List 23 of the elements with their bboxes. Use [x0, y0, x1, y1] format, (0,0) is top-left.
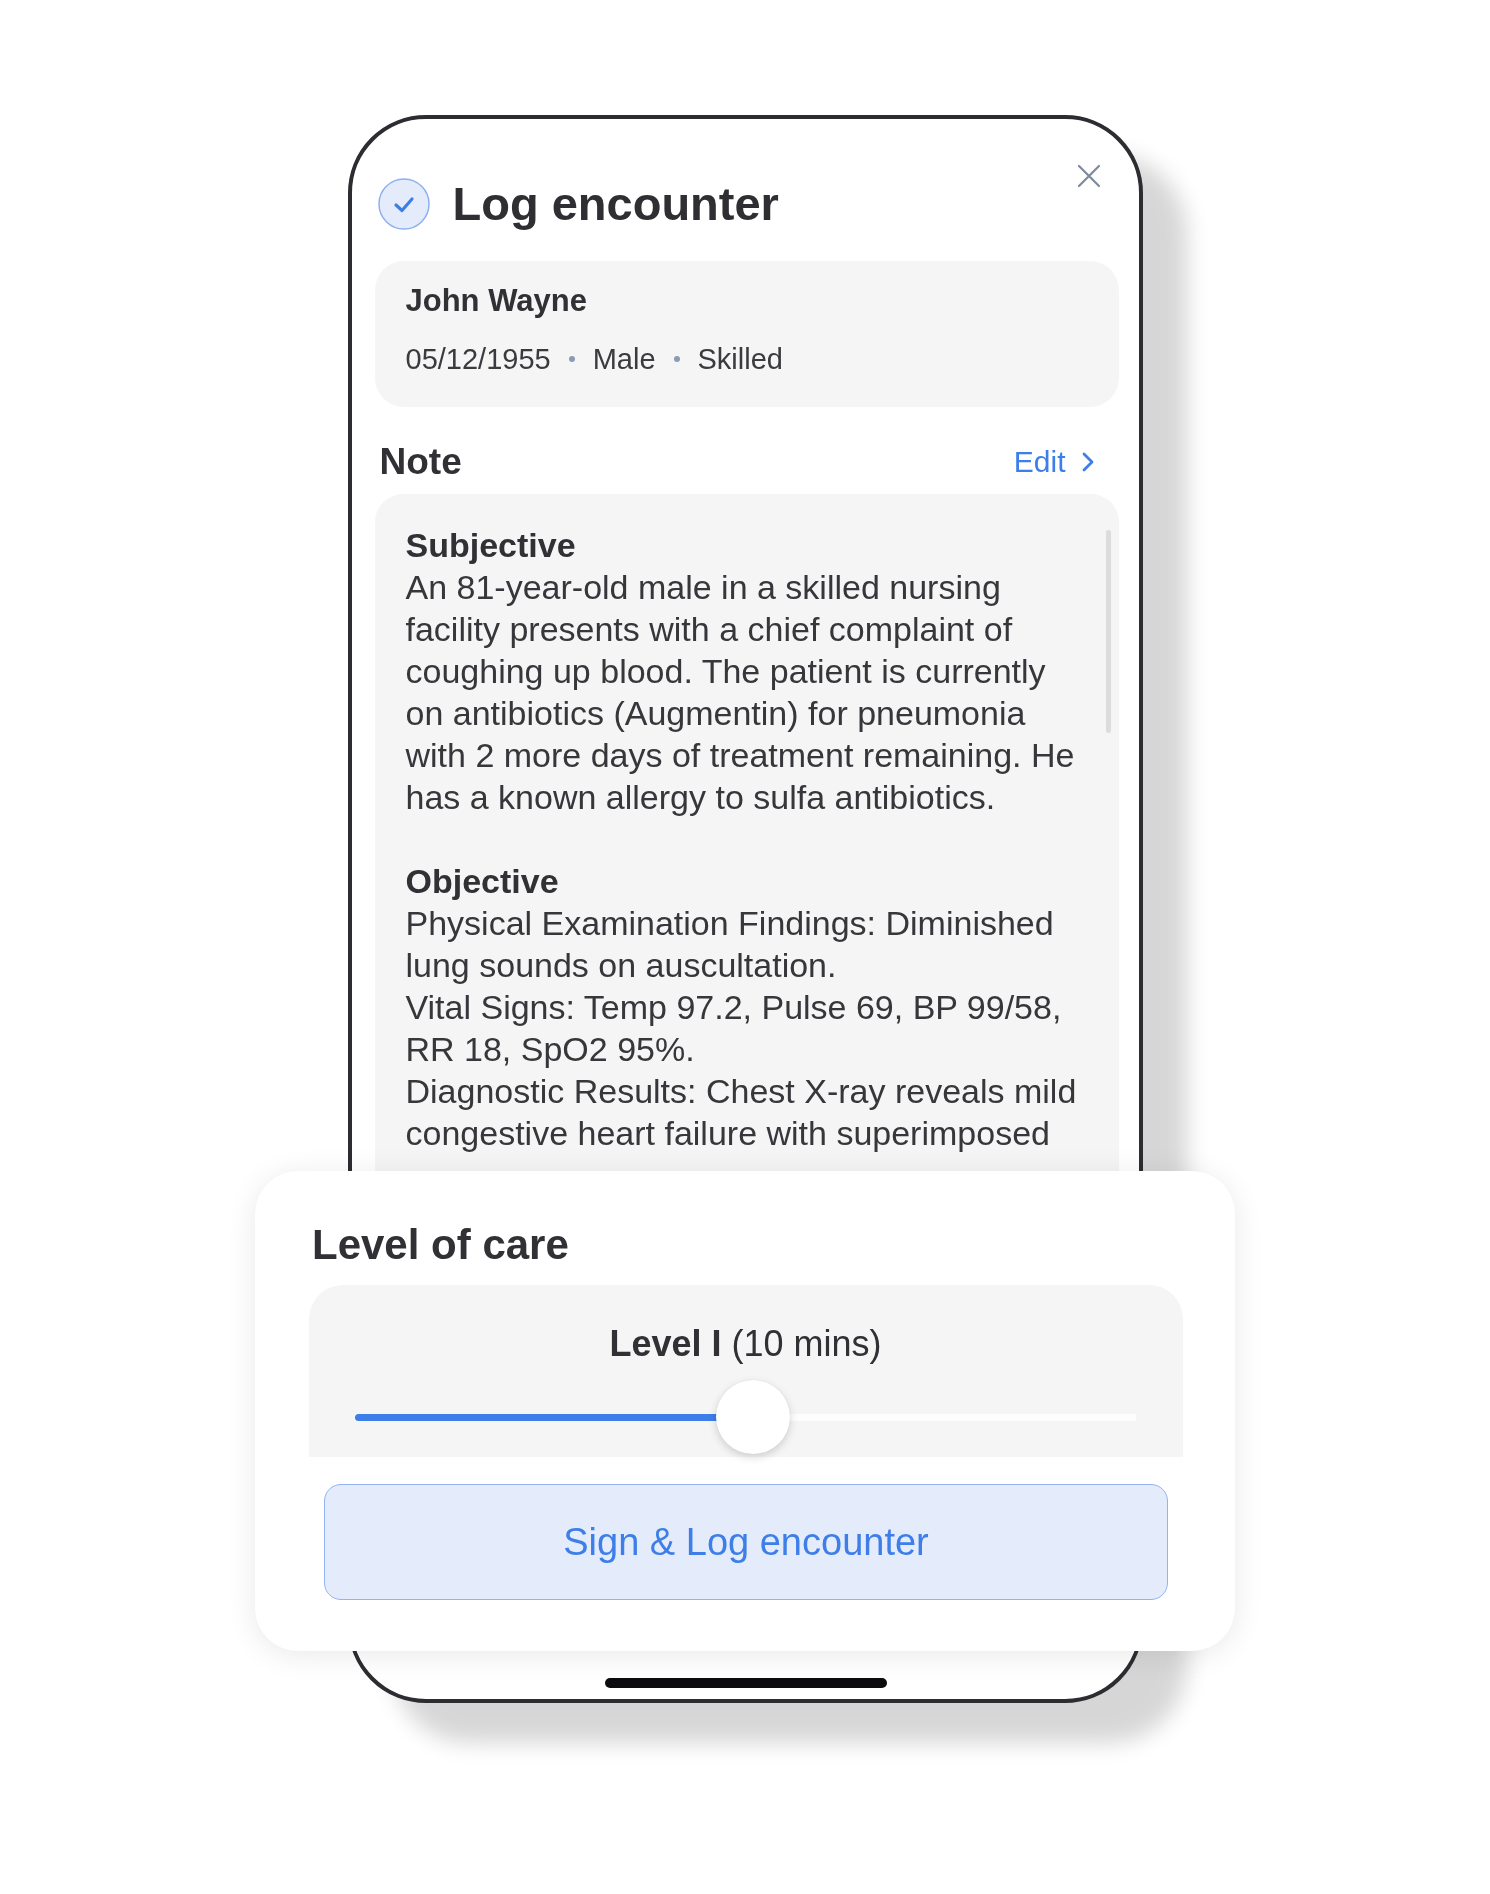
scrollbar[interactable]: [1105, 530, 1111, 733]
level-reading: Level I (10 mins): [608, 1324, 883, 1364]
patient-name: John Wayne: [405, 282, 588, 320]
note-section-heading: Subjective: [405, 525, 577, 566]
section-heading: Note: [379, 440, 462, 484]
patient-detail: 05/12/1955: [405, 342, 551, 377]
edit-link[interactable]: Edit: [1013, 443, 1094, 481]
note-paragraph: Physical Examination Findings: Diminished lung sounds on auscultation.: [405, 903, 1055, 986]
chevron-icon: [1081, 452, 1094, 472]
dialog-title: Log encounter: [452, 177, 779, 231]
note-section-heading: Objective: [405, 861, 560, 902]
note-paragraph: An 81-year-old male in a skilled nursing facility presents with a chief complaint of coughing up blood. The patient is currently on antibiotics (Augmentin) for pneumonia with 2 more days of treatment remaining. He has a known allergy to sulfa antibiotics.: [405, 567, 1076, 818]
card-title: Level of care: [312, 1221, 570, 1269]
check-circle-icon: [377, 178, 430, 230]
close-icon[interactable]: [1076, 164, 1101, 188]
separator-dot-icon: [673, 356, 680, 362]
separator-dot-icon: [568, 356, 575, 362]
slider-thumb[interactable]: [716, 1380, 791, 1454]
note-paragraph: Diagnostic Results: Chest X-ray reveals mild congestive heart failure with superimposed: [405, 1071, 1078, 1154]
patient-detail: Skilled: [697, 342, 783, 377]
note-paragraph: Vital Signs: Temp 97.2, Pulse 69, BP 99/58, RR 18, SpO2 95%.: [405, 987, 1063, 1070]
sign-and-log-button[interactable]: Sign & Log encounter: [324, 1484, 1168, 1600]
patient-detail: Male: [592, 342, 656, 377]
